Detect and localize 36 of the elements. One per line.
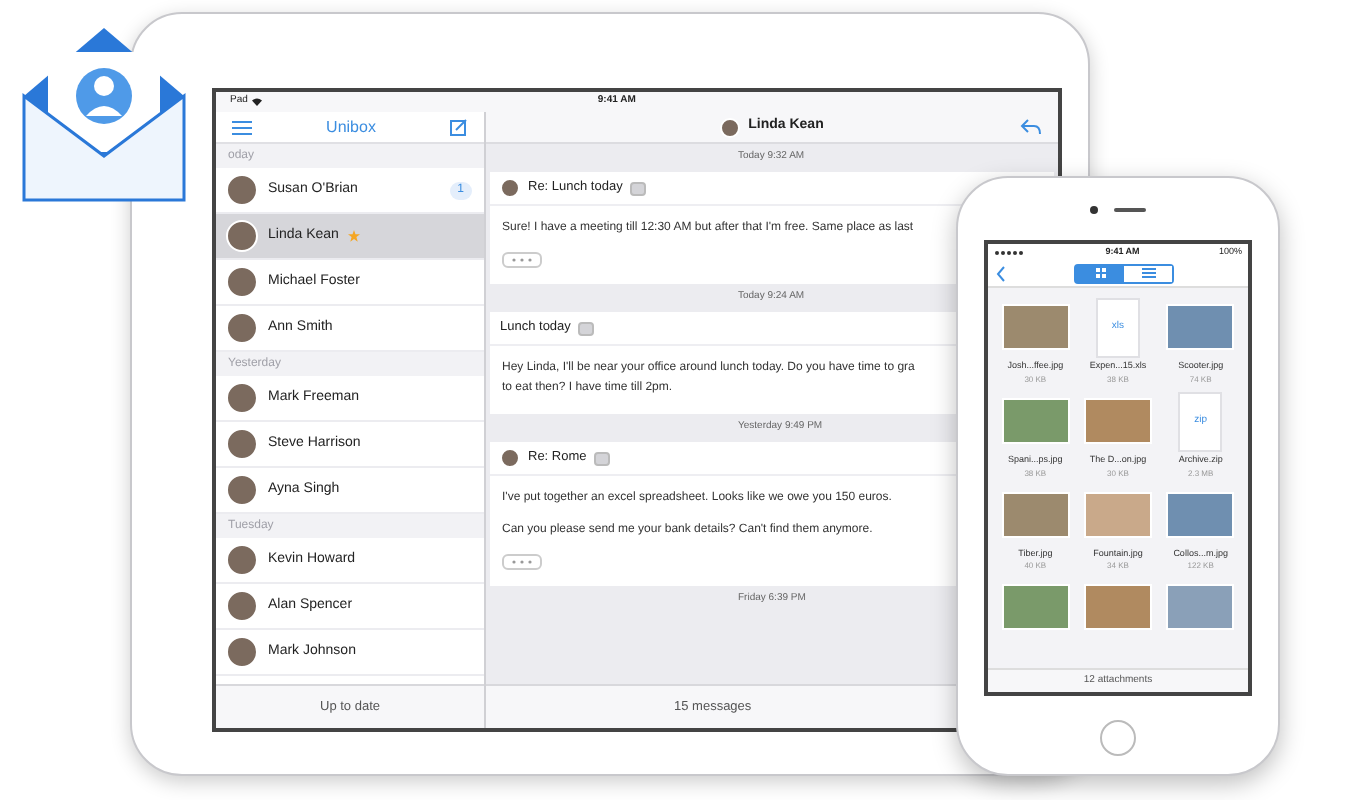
compose-icon[interactable] (450, 118, 468, 136)
app-title: Unibox (326, 115, 376, 139)
photo-placeholder[interactable] (1001, 491, 1070, 537)
avatar (226, 220, 258, 252)
photo-placeholder[interactable] (1083, 397, 1152, 444)
avatar (226, 382, 258, 414)
thread-count-icon (578, 321, 595, 335)
signal-icon (994, 249, 1026, 255)
avatar (226, 544, 258, 576)
thread-count-icon (594, 451, 611, 465)
avatar (226, 636, 258, 668)
photo-placeholder[interactable] (1001, 304, 1070, 350)
photo-placeholder[interactable] (1083, 584, 1152, 631)
grid-icon (1095, 268, 1105, 278)
photo-placeholder[interactable] (1083, 491, 1152, 537)
avatar (226, 428, 258, 460)
avatar (226, 266, 258, 298)
list-icon (1141, 268, 1155, 278)
photo-placeholder[interactable] (1166, 304, 1235, 350)
menu-icon[interactable] (232, 119, 252, 135)
wifi-icon (251, 98, 262, 106)
thread-count-icon (630, 181, 647, 195)
camera-icon (1090, 206, 1098, 214)
grid-view-tab[interactable] (1076, 265, 1124, 281)
home-button[interactable] (1100, 720, 1136, 756)
photo-placeholder[interactable] (1001, 397, 1070, 444)
back-icon[interactable] (996, 265, 1006, 281)
reply-icon[interactable] (1020, 118, 1042, 136)
avatar (226, 590, 258, 622)
avatar (720, 117, 741, 137)
photo-placeholder[interactable] (1166, 584, 1235, 631)
avatar (226, 174, 258, 206)
photo-placeholder[interactable] (1001, 584, 1070, 631)
photo-placeholder[interactable] (1166, 491, 1235, 537)
avatar (226, 312, 258, 344)
avatar (226, 474, 258, 506)
